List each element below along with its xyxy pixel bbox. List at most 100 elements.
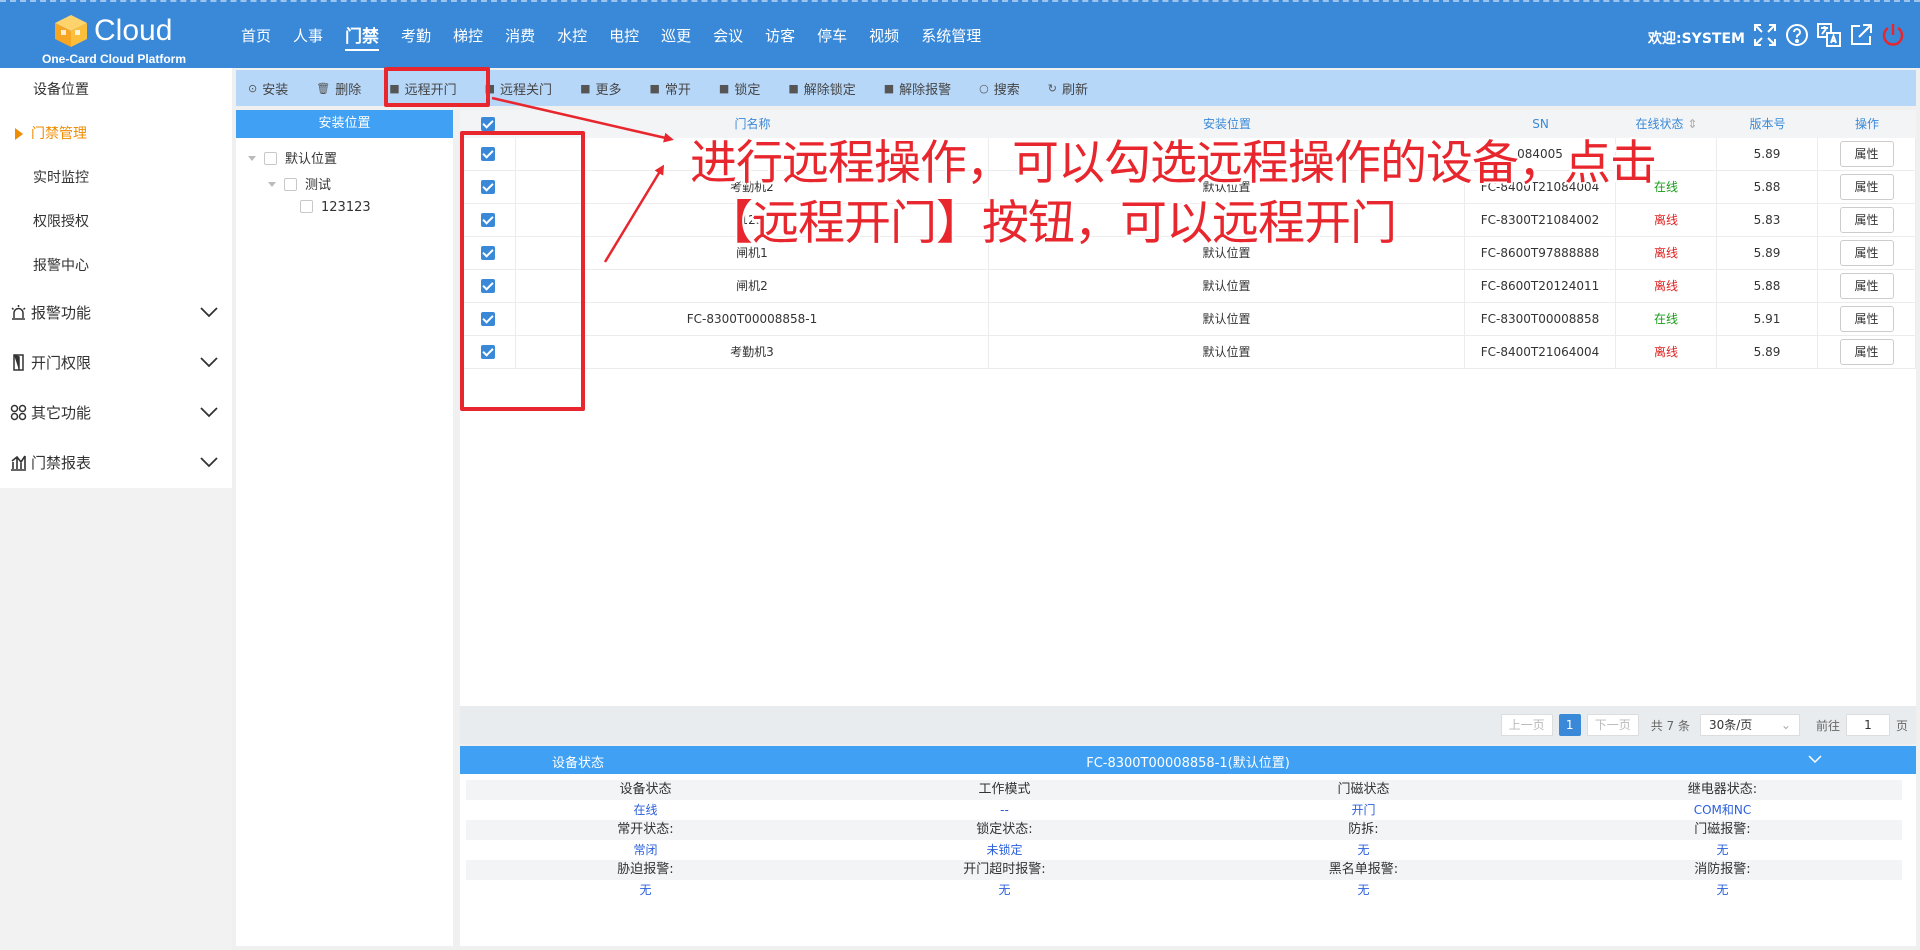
fullscreen-icon[interactable] (1752, 22, 1778, 48)
annotation-line-1: 进行远程操作，可以勾选远程操作的设备，点击 (690, 136, 1657, 191)
tree-node-123123[interactable]: 123123 (300, 200, 371, 215)
unlock-button[interactable]: ■ 解除锁定 (788, 70, 855, 106)
sidebar: 设备位置 门禁管理 实时监控 权限授权 报警中心 报警功能 开门权限 其它功能 … (0, 68, 232, 950)
cell-action: 属性 (1818, 303, 1916, 335)
nav-access-control[interactable]: 门禁 (345, 22, 380, 51)
device-status-header[interactable]: FC-8300T00008858-1(默认位置) 设备状态 (460, 746, 1916, 774)
refresh-icon: ↻ (1047, 81, 1058, 95)
caret-down-icon[interactable] (268, 182, 276, 187)
status-label: 黑名单报警: (1328, 862, 1399, 877)
more-button[interactable]: ■ 更多 (580, 70, 621, 106)
tree-node-label: 123123 (321, 200, 371, 215)
active-marker-icon (15, 128, 23, 140)
nav-water[interactable]: 水控 (557, 25, 587, 48)
install-button[interactable]: ⊙ 安装 (248, 70, 288, 106)
page-size-value: 30条/页 (1708, 718, 1753, 732)
caret-down-icon[interactable] (248, 156, 256, 161)
language-icon[interactable] (1816, 22, 1842, 48)
clear-alarm-button[interactable]: ■ 解除报警 (884, 70, 951, 106)
col-version[interactable]: 版本号 (1717, 110, 1818, 138)
sort-icon[interactable]: ⇕ (1687, 117, 1697, 131)
device-status-panel: FC-8300T00008858-1(默认位置) 设备状态 设备状态 工作模式 门磁… (460, 746, 1916, 946)
status-label: 工作模式 (978, 782, 1031, 797)
tree-node-default[interactable]: 默认位置 (248, 148, 337, 167)
next-page-button[interactable]: 下一页 (1586, 714, 1639, 736)
properties-button[interactable]: 属性 (1839, 339, 1894, 365)
remote-close-button[interactable]: ■ 远程关门 (485, 70, 552, 106)
cell-status: 离线 (1616, 336, 1717, 368)
nav-visitor[interactable]: 访客 (765, 25, 795, 48)
external-link-icon[interactable] (1848, 22, 1874, 48)
tree-checkbox[interactable] (284, 178, 297, 191)
nav-attendance[interactable]: 考勤 (401, 25, 431, 48)
refresh-button[interactable]: ↻ 刷新 (1048, 70, 1088, 106)
sidebar-item-access-management[interactable]: 门禁管理 (0, 112, 232, 156)
properties-button[interactable]: 属性 (1839, 174, 1894, 200)
tree-node-test[interactable]: 测试 (268, 174, 331, 193)
chevron-down-icon (200, 407, 218, 418)
select-all-checkbox[interactable] (481, 117, 495, 131)
status-value: 无 (639, 883, 652, 897)
normally-open-button[interactable]: ■ 常开 (649, 70, 690, 106)
sidebar-item-realtime-monitor[interactable]: 实时监控 (0, 156, 232, 200)
cell-location: 默认位置 (989, 336, 1465, 368)
goto-unit: 页 (1895, 718, 1908, 733)
properties-button[interactable]: 属性 (1839, 207, 1894, 233)
prev-page-button[interactable]: 上一页 (1500, 714, 1553, 736)
device-status-device: FC-8300T00008858-1(默认位置) (1086, 756, 1290, 771)
nav-personnel[interactable]: 人事 (293, 25, 323, 48)
pagination: 上一页 1 下一页 共 7 条 30条/页 ⌄ 前往 1 页 (460, 706, 1916, 744)
nav-power[interactable]: 电控 (609, 25, 639, 48)
nav-consumption[interactable]: 消费 (505, 25, 535, 48)
tree-title: 安装位置 (236, 110, 453, 138)
goto-page-input[interactable]: 1 (1845, 714, 1890, 736)
sidebar-item-authorization[interactable]: 权限授权 (0, 200, 232, 244)
monitor-icon: ■ (718, 81, 730, 95)
cell-door-name: FC-8300T00008858-1 (516, 303, 989, 335)
nav-home[interactable]: 首页 (241, 25, 271, 48)
status-label: 设备状态 (619, 782, 672, 797)
page-size-select[interactable]: 30条/页 ⌄ (1699, 714, 1800, 736)
tree-checkbox[interactable] (300, 200, 313, 213)
status-value: 未锁定 (986, 843, 1023, 857)
sidebar-item-alarm-center[interactable]: 报警中心 (0, 244, 232, 288)
nav-video[interactable]: 视频 (869, 25, 899, 48)
status-label: 常开状态: (617, 822, 674, 837)
search-button[interactable]: ○ 搜索 (979, 70, 1020, 106)
sidebar-group-report[interactable]: 门禁报表 (0, 438, 232, 488)
highlight-remote-open (384, 67, 490, 107)
nav-meeting[interactable]: 会议 (713, 25, 743, 48)
properties-button[interactable]: 属性 (1839, 273, 1894, 299)
sidebar-group-alarm[interactable]: 报警功能 (0, 288, 232, 338)
chevron-down-icon[interactable] (1808, 754, 1822, 764)
sidebar-group-door-permission[interactable]: 开门权限 (0, 338, 232, 388)
properties-button[interactable]: 属性 (1839, 306, 1894, 332)
nav-elevator[interactable]: 梯控 (453, 25, 483, 48)
cell-version: 5.89 (1717, 237, 1818, 269)
status-label-row: 常开状态: 锁定状态: 防拆: 门磁报警: (466, 820, 1902, 840)
cell-action: 属性 (1818, 237, 1916, 269)
chevron-down-icon (200, 357, 218, 368)
lock-button[interactable]: ■ 锁定 (719, 70, 760, 106)
alarm-icon (11, 305, 26, 320)
table-row[interactable]: 闸机2 默认位置 FC-8600T20124011 离线 5.88 属性 (460, 270, 1916, 303)
cube-logo-icon (55, 15, 87, 47)
properties-button[interactable]: 属性 (1839, 141, 1894, 167)
page-number-current[interactable]: 1 (1558, 714, 1581, 736)
door-icon (13, 354, 24, 371)
properties-button[interactable]: 属性 (1839, 240, 1894, 266)
annotation-line-2: 【远程开门】按钮，可以远程开门 (706, 196, 1397, 251)
nav-parking[interactable]: 停车 (817, 25, 847, 48)
nav-system[interactable]: 系统管理 (921, 25, 981, 48)
power-icon[interactable] (1880, 22, 1906, 48)
nav-patrol[interactable]: 巡更 (661, 25, 691, 48)
monitor-icon: ■ (649, 81, 660, 95)
sidebar-group-other[interactable]: 其它功能 (0, 388, 232, 438)
table-row[interactable]: FC-8300T00008858-1 默认位置 FC-8300T00008858 在线… (460, 303, 1916, 336)
tree-checkbox[interactable] (264, 152, 277, 165)
help-icon[interactable] (1784, 22, 1810, 48)
delete-button[interactable]: 🗑 删除 (316, 70, 361, 106)
table-row[interactable]: 考勤机3 默认位置 FC-8400T21064004 离线 5.89 属性 (460, 336, 1916, 369)
status-label: 消防报警: (1694, 862, 1751, 877)
sidebar-item-device-location[interactable]: 设备位置 (0, 68, 232, 112)
